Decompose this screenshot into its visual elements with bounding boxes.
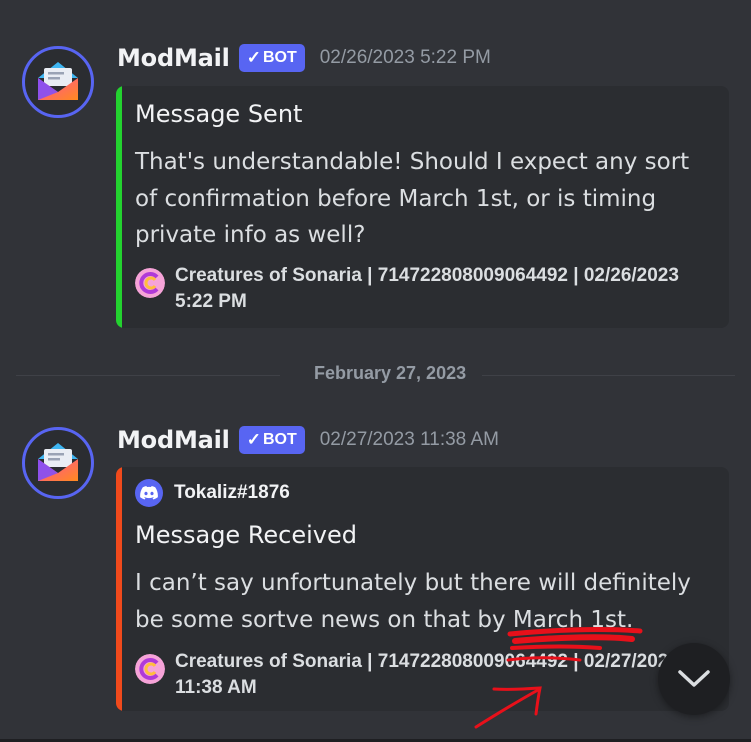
discord-logo-icon (135, 479, 163, 507)
scroll-to-bottom-button[interactable] (658, 643, 730, 715)
embed-title: Message Sent (135, 100, 303, 128)
embed-author-name: Tokaliz#1876 (174, 482, 290, 503)
username[interactable]: ModMail (117, 426, 230, 454)
checkmark-icon: ✓ (246, 430, 261, 449)
creatures-of-sonaria-icon (135, 654, 165, 684)
username[interactable]: ModMail (117, 44, 230, 72)
embed-title: Message Received (135, 521, 358, 549)
embed-footer-text: Creatures of Sonaria | 71472280800906449… (175, 651, 679, 698)
embed-footer: Creatures of Sonaria | 71472280800906449… (135, 263, 695, 315)
date-divider-label: February 27, 2023 (298, 363, 483, 384)
checkmark-icon: ✓ (246, 48, 261, 67)
bot-tag: ✓ BOT (238, 426, 305, 454)
embed-description: That's understandable! Should I expect a… (135, 149, 690, 248)
bot-tag: ✓ BOT (238, 44, 305, 72)
embed-color-bar (116, 467, 122, 711)
embed-card: Message Sent That's understandable! Shou… (116, 86, 729, 328)
embed-card: Tokaliz#1876 Message Received I can’t sa… (116, 467, 729, 711)
embed-author[interactable]: Tokaliz#1876 (135, 479, 290, 507)
modmail-envelope-icon (38, 62, 78, 100)
divider-line-right (470, 375, 735, 376)
modmail-avatar[interactable] (22, 427, 94, 499)
modmail-avatar[interactable] (22, 46, 94, 118)
divider-line-left (16, 375, 280, 376)
embed-color-bar (116, 86, 122, 328)
creatures-of-sonaria-icon (135, 268, 165, 298)
message-timestamp: 02/26/2023 5:22 PM (319, 47, 491, 68)
chevron-down-icon (678, 670, 710, 687)
embed-footer-text: Creatures of Sonaria | 71472280800906449… (175, 265, 679, 312)
modmail-envelope-icon (38, 443, 78, 481)
bot-tag-label: BOT (262, 431, 297, 448)
embed-footer: Creatures of Sonaria | 71472280800906449… (135, 649, 695, 701)
bot-tag-label: BOT (262, 49, 297, 66)
embed-description: I can’t say unfortunately but there will… (135, 570, 691, 633)
message-timestamp: 02/27/2023 11:38 AM (319, 429, 499, 450)
date-divider: February 27, 2023 (16, 363, 735, 384)
